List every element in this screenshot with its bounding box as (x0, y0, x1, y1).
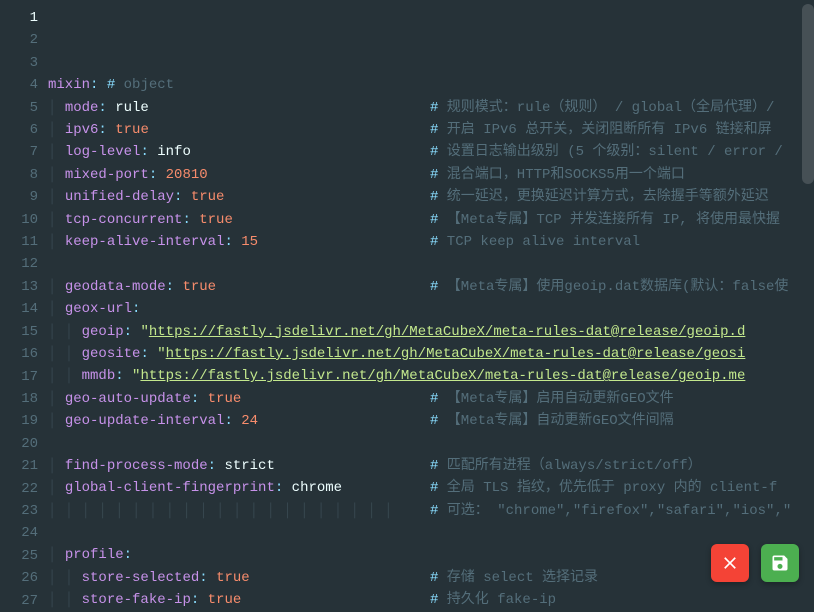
line-number-gutter: 1234567891011121314151617181920212223242… (0, 0, 48, 609)
code-line[interactable]: │ mixed-port: 20810# 混合端口，HTTP和SOCKS5用一个… (48, 164, 814, 186)
comment: # 【Meta专属】使用geoip.dat数据库(默认：false使 (430, 276, 788, 298)
line-number: 8 (0, 164, 38, 186)
code-line[interactable]: │ keep-alive-interval: 15# TCP keep aliv… (48, 231, 814, 253)
line-number: 10 (0, 209, 38, 231)
code-line[interactable]: │ ipv6: true# 开启 IPv6 总开关，关闭阻断所有 IPv6 链接… (48, 119, 814, 141)
action-buttons (711, 544, 799, 582)
line-number: 18 (0, 388, 38, 410)
comment: # 【Meta专属】TCP 并发连接所有 IP, 将使用最快握 (430, 209, 780, 231)
line-number: 9 (0, 186, 38, 208)
comment: # 统一延迟，更换延迟计算方式，去除握手等额外延迟 (430, 186, 769, 208)
code-line[interactable]: │ geo-auto-update: true# 【Meta专属】启用自动更新G… (48, 388, 814, 410)
close-icon (720, 553, 740, 573)
line-number: 23 (0, 500, 38, 522)
code-line[interactable]: │ geo-update-interval: 24# 【Meta专属】自动更新G… (48, 410, 814, 432)
code-line[interactable]: │ geox-url: (48, 298, 814, 320)
comment: # 可选： "chrome","firefox","safari","ios",… (430, 500, 791, 522)
code-line[interactable]: │ tcp-concurrent: true# 【Meta专属】TCP 并发连接… (48, 209, 814, 231)
line-number: 1 (0, 7, 38, 29)
code-line[interactable]: │ │ geoip: "https://fastly.jsdelivr.net/… (48, 321, 814, 343)
cancel-button[interactable] (711, 544, 749, 582)
line-number: 13 (0, 276, 38, 298)
line-number: 14 (0, 298, 38, 320)
comment: # 设置日志输出级别 (5 个级别：silent / error / (430, 141, 783, 163)
save-icon (770, 553, 790, 573)
line-number: 15 (0, 321, 38, 343)
line-number: 12 (0, 253, 38, 275)
code-line[interactable] (48, 522, 814, 544)
comment: # 全局 TLS 指纹，优先低于 proxy 内的 client-f (430, 477, 777, 499)
code-editor[interactable]: 1234567891011121314151617181920212223242… (0, 0, 814, 609)
line-number: 6 (0, 119, 38, 141)
comment: # TCP keep alive interval (430, 231, 640, 253)
line-number: 2 (0, 29, 38, 51)
line-number: 24 (0, 522, 38, 544)
line-number: 22 (0, 478, 38, 500)
code-line[interactable]: │ │ │ │ │ │ │ │ │ │ │ │ │ │ │ │ │ │ │ │ … (48, 500, 814, 522)
line-number: 11 (0, 231, 38, 253)
code-line[interactable]: │ profile: (48, 544, 814, 566)
code-line[interactable]: │ │ geosite: "https://fastly.jsdelivr.ne… (48, 343, 814, 365)
comment: # 【Meta专属】自动更新GEO文件间隔 (430, 410, 674, 432)
line-number: 25 (0, 545, 38, 567)
code-line[interactable]: │ │ mmdb: "https://fastly.jsdelivr.net/g… (48, 365, 814, 387)
code-line[interactable]: │ log-level: info# 设置日志输出级别 (5 个级别：silen… (48, 141, 814, 163)
line-number: 20 (0, 433, 38, 455)
code-line[interactable]: │ global-client-fingerprint: chrome# 全局 … (48, 477, 814, 499)
line-number: 16 (0, 343, 38, 365)
code-line[interactable]: │ geodata-mode: true# 【Meta专属】使用geoip.da… (48, 276, 814, 298)
comment: # 规则模式：rule（规则） / global（全局代理）/ (430, 97, 774, 119)
comment: # 【Meta专属】启用自动更新GEO文件 (430, 388, 674, 410)
code-line[interactable]: │ │ store-selected: true# 存储 select 选择记录 (48, 567, 814, 589)
code-line[interactable]: │ unified-delay: true# 统一延迟，更换延迟计算方式，去除握… (48, 186, 814, 208)
code-line[interactable]: │ find-process-mode: strict# 匹配所有进程（alwa… (48, 455, 814, 477)
line-number: 26 (0, 567, 38, 589)
line-number: 17 (0, 366, 38, 388)
comment: # 混合端口，HTTP和SOCKS5用一个端口 (430, 164, 685, 186)
line-number: 19 (0, 410, 38, 432)
comment: # 开启 IPv6 总开关，关闭阻断所有 IPv6 链接和屏 (430, 119, 772, 141)
code-area[interactable]: mixin: # object│ mode: rule# 规则模式：rule（规… (48, 0, 814, 609)
comment: # 匹配所有进程（always/strict/off） (430, 455, 702, 477)
line-number: 7 (0, 141, 38, 163)
line-number: 3 (0, 52, 38, 74)
code-line[interactable]: │ │ store-fake-ip: true# 持久化 fake-ip (48, 589, 814, 609)
code-line[interactable]: │ mode: rule# 规则模式：rule（规则） / global（全局代… (48, 97, 814, 119)
code-line[interactable]: mixin: # object (48, 74, 814, 96)
comment: # 持久化 fake-ip (430, 589, 556, 609)
comment: # 存储 select 选择记录 (430, 567, 598, 589)
code-line[interactable] (48, 253, 814, 275)
line-number: 4 (0, 74, 38, 96)
line-number: 21 (0, 455, 38, 477)
save-button[interactable] (761, 544, 799, 582)
code-line[interactable] (48, 432, 814, 454)
line-number: 5 (0, 97, 38, 119)
